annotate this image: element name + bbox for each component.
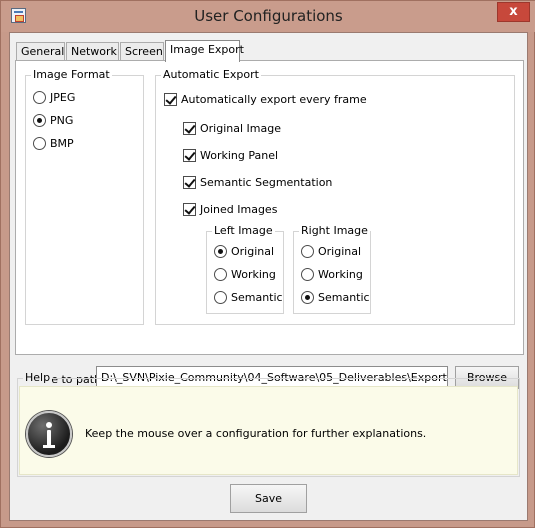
info-icon [26, 411, 72, 457]
export-working-panel-checkbox[interactable]: Working Panel [183, 148, 278, 164]
right-image-group: Right Image Original Working Semantic [293, 224, 371, 314]
help-group: Help Keep the mouse over a configuration… [17, 371, 520, 477]
right-image-title: Right Image [299, 224, 370, 238]
automatic-export-group: Automatic Export Automatically export ev… [155, 68, 515, 325]
save-button[interactable]: Save [230, 484, 307, 513]
left-image-original-option[interactable]: Original [214, 244, 274, 260]
checkbox-label: Working Panel [200, 149, 279, 162]
window-title: User Configurations [194, 7, 343, 25]
image-export-panel: Image Format JPEG PNG BMP Automatic Expo… [15, 60, 524, 389]
radio-button[interactable] [301, 291, 314, 304]
right-image-semantic-option[interactable]: Semantic [301, 290, 370, 306]
image-format-title: Image Format [31, 68, 112, 82]
help-title: Help [23, 371, 53, 385]
checkbox[interactable] [164, 93, 177, 106]
radio-button[interactable] [214, 268, 227, 281]
close-button[interactable]: x [497, 2, 530, 22]
automatic-export-title: Automatic Export [161, 68, 261, 82]
checkbox[interactable] [183, 176, 196, 189]
left-image-working-option[interactable]: Working [214, 267, 276, 283]
format-option-jpeg[interactable]: JPEG [33, 90, 75, 106]
radio-button[interactable] [33, 114, 46, 127]
checkbox[interactable] [183, 122, 196, 135]
radio-label: Working [318, 268, 363, 281]
radio-label: Original [231, 245, 275, 258]
right-image-original-option[interactable]: Original [301, 244, 361, 260]
format-option-png[interactable]: PNG [33, 113, 73, 129]
left-image-group: Left Image Original Working Semantic [206, 224, 284, 314]
radio-button[interactable] [301, 245, 314, 258]
export-semantic-segmentation-checkbox[interactable]: Semantic Segmentation [183, 175, 332, 191]
image-format-group: Image Format JPEG PNG BMP [25, 68, 144, 325]
dialog-window: User Configurations x General Network Sc… [0, 0, 535, 528]
radio-button[interactable] [214, 245, 227, 258]
checkbox-label: Automatically export every frame [181, 93, 367, 106]
radio-button[interactable] [214, 291, 227, 304]
radio-button[interactable] [33, 91, 46, 104]
radio-button[interactable] [33, 137, 46, 150]
tab-network[interactable]: Network [66, 42, 119, 61]
format-option-bmp[interactable]: BMP [33, 136, 74, 152]
tab-screen[interactable]: Screen [120, 42, 164, 61]
checkbox-label: Joined Images [200, 203, 278, 216]
checkbox[interactable] [183, 149, 196, 162]
radio-label: Semantic [318, 291, 370, 304]
checkbox[interactable] [183, 203, 196, 216]
radio-label: Working [231, 268, 276, 281]
format-option-label: JPEG [50, 91, 76, 104]
tab-image-export[interactable]: Image Export [165, 40, 244, 62]
radio-button[interactable] [301, 268, 314, 281]
format-option-label: PNG [50, 114, 74, 127]
export-joined-images-checkbox[interactable]: Joined Images [183, 202, 277, 218]
checkbox-label: Semantic Segmentation [200, 176, 333, 189]
right-image-working-option[interactable]: Working [301, 267, 363, 283]
export-original-image-checkbox[interactable]: Original Image [183, 121, 281, 137]
tab-general[interactable]: General [16, 42, 65, 61]
left-image-semantic-option[interactable]: Semantic [214, 290, 283, 306]
title-bar[interactable]: User Configurations x [1, 1, 535, 32]
format-option-label: BMP [50, 137, 74, 150]
export-every-frame-checkbox[interactable]: Automatically export every frame [164, 92, 367, 108]
help-text: Keep the mouse over a configuration for … [85, 427, 427, 440]
radio-label: Original [318, 245, 362, 258]
radio-label: Semantic [231, 291, 283, 304]
checkbox-label: Original Image [200, 122, 281, 135]
help-box: Keep the mouse over a configuration for … [19, 386, 518, 475]
left-image-title: Left Image [212, 224, 275, 238]
dialog-body: General Network Screen Image Export Imag… [9, 32, 528, 521]
